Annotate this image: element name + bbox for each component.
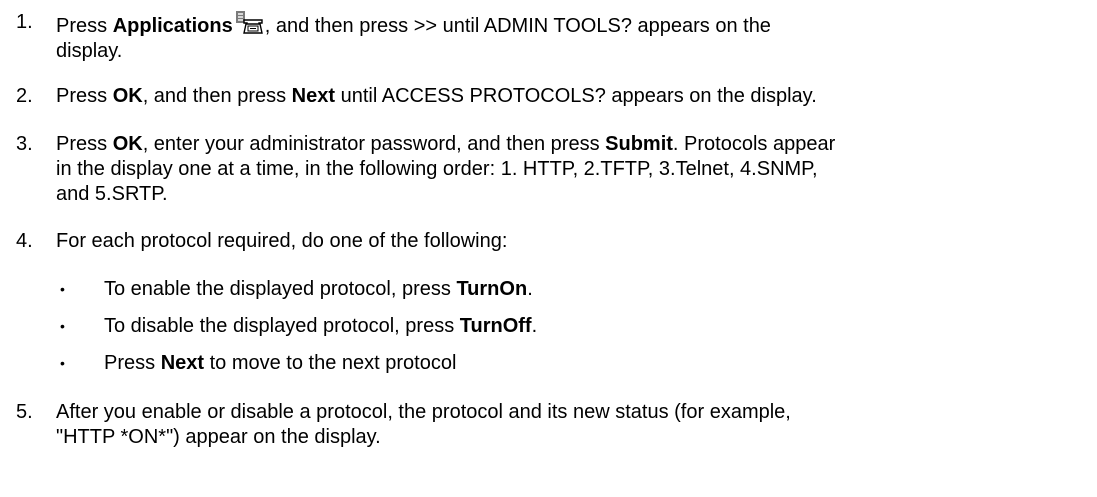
step-text-part: "HTTP *ON*") appear on the display. <box>56 426 381 448</box>
ui-term: OK <box>112 85 143 107</box>
ui-term: Applications <box>112 15 233 37</box>
step-text-part: in the display one at a time, in the fol… <box>56 158 818 180</box>
bullet-text-part: to move to the next protocol <box>204 352 457 374</box>
bullet-text-part: . <box>527 278 533 300</box>
step-text: For each protocol required, do one of th… <box>56 230 508 252</box>
bullet-text-part: To enable the displayed protocol, press <box>104 278 457 300</box>
bullet-text-part: To disable the displayed protocol, press <box>104 315 460 337</box>
bullet-text-part: Press <box>104 352 161 374</box>
step-text-part: After you enable or disable a protocol, … <box>56 401 791 423</box>
bullet-text: To disable the displayed protocol, press… <box>104 314 537 339</box>
bullet-text-part: . <box>531 315 538 337</box>
ui-term: TurnOn <box>456 278 528 300</box>
step-text-part: Press <box>56 85 113 107</box>
applications-icon <box>235 10 265 36</box>
step-text: Press OK, and then press Next until ACCE… <box>56 84 1086 109</box>
step-text: Press Applications , and then press >> u… <box>56 10 1086 64</box>
ui-term: TurnOff <box>459 315 532 337</box>
step-text-part: , and then press <box>142 85 292 107</box>
step-text-part: until ACCESS PROTOCOLS? appears on the d… <box>335 85 817 107</box>
bullet-icon: • <box>60 355 65 371</box>
step-text: After you enable or disable a protocol, … <box>56 400 1086 450</box>
step-text: Press OK, enter your administrator passw… <box>56 132 1086 207</box>
step-text-part: Press <box>56 15 113 37</box>
ui-term: Submit <box>605 133 673 155</box>
step-text-part: and 5.SRTP. <box>56 183 168 205</box>
step-number: 5. <box>16 401 33 423</box>
bullet-icon: • <box>60 318 65 334</box>
ui-term: Next <box>160 352 205 374</box>
step-number: 3. <box>16 133 33 155</box>
step-text-part: , and then press >> until ADMIN TOOLS? a… <box>264 15 771 37</box>
step-number: 2. <box>16 85 33 107</box>
step-text-part: . Protocols appear <box>672 133 836 155</box>
bullet-text: To enable the displayed protocol, press … <box>104 277 533 302</box>
step-text-part: display. <box>56 40 123 62</box>
step-text-part: , enter your administrator password, and… <box>142 133 606 155</box>
bullet-icon: • <box>60 281 65 297</box>
instructions-document: 1. Press Applications , and then press >… <box>0 0 1097 497</box>
step-text-part: Press <box>56 133 113 155</box>
step-number: 4. <box>16 230 33 252</box>
ui-term: OK <box>112 133 143 155</box>
step-number: 1. <box>16 11 33 33</box>
bullet-text: Press Next to move to the next protocol <box>104 351 456 376</box>
ui-term: Next <box>291 85 336 107</box>
